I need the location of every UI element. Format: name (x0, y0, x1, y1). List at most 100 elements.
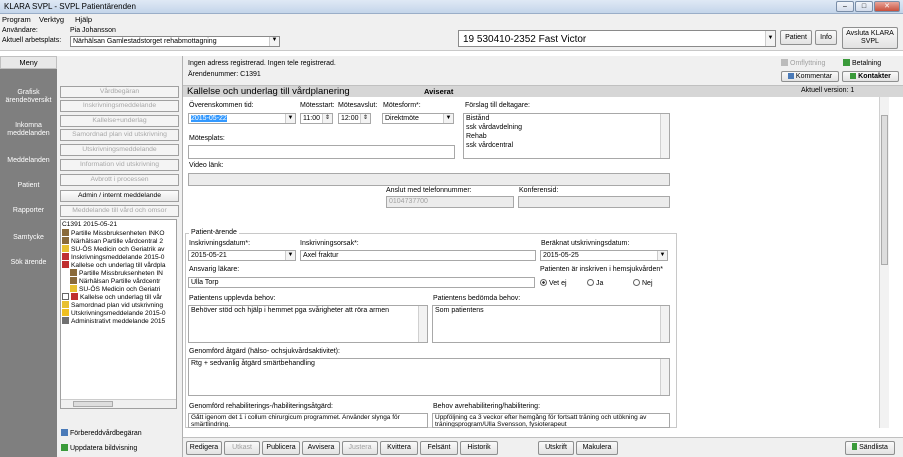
history-button[interactable]: Historik (460, 441, 498, 455)
meeting-start-field[interactable]: 11:00 ⇕ (300, 113, 333, 124)
sidebar-item-rapporter[interactable]: Rapporter (0, 207, 57, 215)
sidebar-item-sok[interactable]: Sök ärende (0, 259, 57, 267)
scrollbar[interactable] (418, 306, 427, 342)
acknowledge-button[interactable]: Kvittera (380, 441, 418, 455)
kontakter-button[interactable]: Kontakter (842, 71, 899, 82)
spinner-icon[interactable]: ⇕ (322, 114, 332, 123)
meeting-form-select[interactable]: Direktmöte ▼ (382, 113, 454, 124)
scrollbar[interactable] (660, 306, 669, 342)
assessed-needs-field[interactable]: Som patientens (432, 305, 670, 343)
nav-samordnad[interactable]: Samordnad plan vid utskrivning (60, 129, 179, 141)
sidebar-item-samtycke[interactable]: Samtycke (0, 234, 57, 242)
tree-item-label: Närhälsan Partille vårdcentral 2 (71, 238, 163, 245)
participant-item[interactable]: ssk vårdcentral (466, 141, 669, 150)
prepare-request-button[interactable]: Förbereddvårdbegäran (61, 428, 178, 440)
nav-information[interactable]: Information vid utskrivning (60, 159, 179, 171)
meeting-end-value: 12:00 (341, 115, 359, 122)
form-scrollbar[interactable] (879, 97, 889, 428)
patient-select[interactable]: 19 530410-2352 Fast Victor ▼ (458, 30, 776, 47)
star-icon (62, 309, 69, 316)
send-list-button[interactable]: Sändlista (845, 441, 895, 455)
participant-item[interactable]: Rehab (466, 132, 669, 141)
nav-avbrott[interactable]: Avbrott i processen (60, 174, 179, 186)
betalning-button[interactable]: Betalning (843, 59, 899, 70)
rehab-need-field[interactable]: Uppföljning ca 3 veckor efter hemgång fö… (432, 413, 670, 428)
conference-field[interactable] (518, 196, 670, 208)
phone-field[interactable]: 0104737700 (386, 196, 514, 208)
radio-icon[interactable] (540, 279, 547, 286)
meeting-end-field[interactable]: 12:00 ⇕ (338, 113, 371, 124)
nav-utskrivning[interactable]: Utskrivningsmeddelande (60, 144, 179, 156)
tree-item-label: Utskrivningsmeddelande 2015-0 (71, 310, 166, 317)
patient-value: 19 530410-2352 Fast Victor (463, 34, 587, 45)
calendar-icon[interactable]: ▼ (285, 114, 295, 123)
radio-yes[interactable]: Ja (587, 279, 603, 287)
agreed-time-field[interactable]: 2015-05-22 ▼ (188, 113, 296, 124)
menu-header: Meny (0, 56, 57, 69)
menu-program[interactable]: Program (2, 15, 31, 24)
sidebar-item-grafisk[interactable]: Grafisk ärendeöversikt (0, 89, 57, 105)
physician-field[interactable]: Ulla Torp (188, 277, 535, 288)
performed-action-field[interactable]: Rtg + sedvanlig åtgärd smärtbehandling (188, 358, 670, 396)
meeting-place-field[interactable] (188, 145, 455, 159)
workplace-select[interactable]: Närhälsan Gamlestadstorget rehabmottagni… (70, 36, 280, 47)
kommentar-button[interactable]: Kommentar (781, 71, 839, 82)
close-button[interactable]: ✕ (874, 1, 900, 12)
tree-root[interactable]: C1391 2015-05-21 (62, 221, 117, 229)
nav-admin[interactable]: Admin / internt meddelande (60, 190, 179, 202)
discharge-date-field[interactable]: 2015-05-25 ▼ (540, 250, 668, 261)
calendar-icon[interactable]: ▼ (657, 251, 667, 260)
meeting-start-label: Mötesstart: (300, 102, 335, 109)
publish-button[interactable]: Publicera (262, 441, 300, 455)
perceived-needs-field[interactable]: Behöver stöd och hjälp i hemmet pga svår… (188, 305, 428, 343)
meeting-start-value: 11:00 (303, 115, 320, 122)
minimize-button[interactable]: – (836, 1, 854, 12)
admission-reason-field[interactable]: Axel fraktur (300, 250, 536, 261)
participant-item[interactable]: ssk vårdavdelning (466, 123, 669, 132)
participants-scrollbar[interactable] (660, 114, 669, 158)
scroll-thumb[interactable] (881, 115, 888, 265)
tree-item[interactable]: Administrativt meddelande 2015 (62, 317, 165, 326)
patient-case-label: Patient-ärende (189, 229, 239, 236)
cancel-document-button[interactable]: Makulera (576, 441, 618, 455)
patient-button[interactable]: Patient (780, 30, 812, 45)
tree-hscrollbar[interactable] (61, 399, 176, 408)
exit-button[interactable]: Avsluta KLARA SVPL (842, 27, 898, 49)
betalning-label: Betalning (852, 60, 882, 67)
nav-inskrivning[interactable]: Inskrivningsmeddelande (60, 100, 179, 112)
radio-unknown[interactable]: Vet ej (540, 279, 567, 287)
refresh-icon (61, 444, 68, 451)
missent-button[interactable]: Felsänt (420, 441, 458, 455)
refresh-view-button[interactable]: Uppdatera bildvisning (61, 443, 178, 455)
sidebar-item-patient[interactable]: Patient (0, 182, 57, 190)
scrollbar[interactable] (660, 359, 669, 395)
calendar-icon[interactable]: ▼ (285, 251, 295, 260)
scroll-thumb[interactable] (73, 401, 113, 407)
omflyttning-button[interactable]: Omflyttning (781, 59, 837, 70)
nav-vardbegaran[interactable]: Vårdbegäran (60, 86, 179, 98)
edit-button[interactable]: Redigera (186, 441, 222, 455)
admission-date-field[interactable]: 2015-05-21 ▼ (188, 250, 296, 261)
nav-kallelse[interactable]: Kallelse+underlag (60, 115, 179, 127)
draft-button[interactable]: Utkast (224, 441, 260, 455)
adjust-button[interactable]: Justera (342, 441, 378, 455)
maximize-button[interactable]: □ (855, 1, 873, 12)
avvisera-button[interactable]: Avvisera (302, 441, 340, 455)
spinner-icon[interactable]: ⇕ (360, 114, 370, 123)
radio-no[interactable]: Nej (633, 279, 653, 287)
sidebar-item-inkomna[interactable]: Inkomna meddelanden (0, 122, 57, 138)
rehab-action-field[interactable]: Gått igenom det 1 i collum chirurgicum p… (188, 413, 428, 428)
nav-meddelande[interactable]: Meddelande till vård och omsor (60, 205, 179, 217)
info-button[interactable]: Info (815, 30, 837, 45)
participant-item[interactable]: Bistånd (466, 114, 669, 123)
document-status: Aviserat (424, 87, 454, 96)
radio-icon[interactable] (587, 279, 594, 286)
menu-hjalp[interactable]: Hjälp (75, 15, 92, 24)
menu-verktyg[interactable]: Verktyg (39, 15, 64, 24)
sidebar-item-meddelanden[interactable]: Meddelanden (0, 157, 57, 165)
radio-icon[interactable] (633, 279, 640, 286)
participants-list[interactable]: Bistånd ssk vårdavdelning Rehab ssk vård… (463, 113, 670, 159)
expand-icon[interactable] (62, 293, 69, 300)
print-button[interactable]: Utskrift (538, 441, 574, 455)
video-link-field[interactable] (188, 173, 670, 186)
